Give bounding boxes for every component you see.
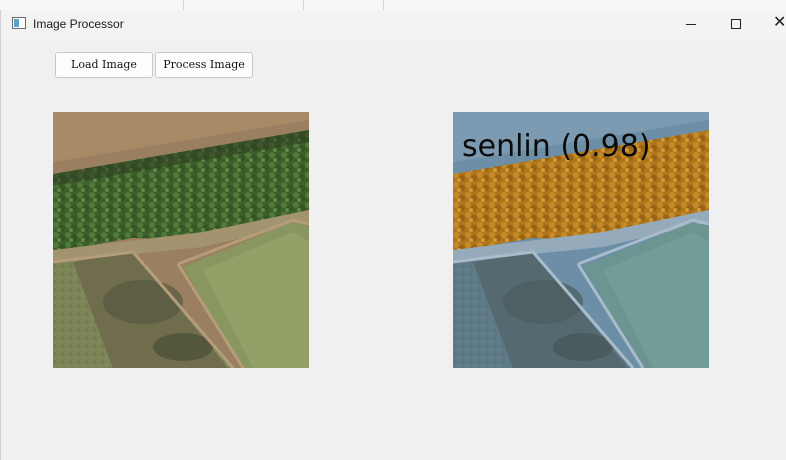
output-image: senlin (0.98) <box>453 112 709 368</box>
input-image <box>53 112 309 368</box>
window-app-icon <box>12 17 26 29</box>
process-image-button[interactable]: Process Image <box>155 52 253 78</box>
maximize-button[interactable] <box>713 10 759 40</box>
minimize-icon <box>686 24 696 25</box>
detection-confidence: (0.98) <box>560 129 651 164</box>
background-column-3 <box>304 0 384 10</box>
title-bar[interactable]: Image Processor ✕ <box>1 10 786 40</box>
maximize-icon <box>731 19 741 29</box>
background-column-1 <box>38 0 184 10</box>
close-icon: ✕ <box>773 14 786 31</box>
close-button[interactable]: ✕ <box>757 10 786 40</box>
detection-class: senlin <box>462 129 551 164</box>
load-image-button[interactable]: Load Image <box>55 52 153 78</box>
image-processor-window: Image Processor ✕ Load Image Process Ima… <box>0 10 786 460</box>
minimize-button[interactable] <box>667 10 713 40</box>
background-column-2 <box>184 0 304 10</box>
detection-label: senlin (0.98) <box>462 130 651 164</box>
window-title: Image Processor <box>33 17 124 31</box>
